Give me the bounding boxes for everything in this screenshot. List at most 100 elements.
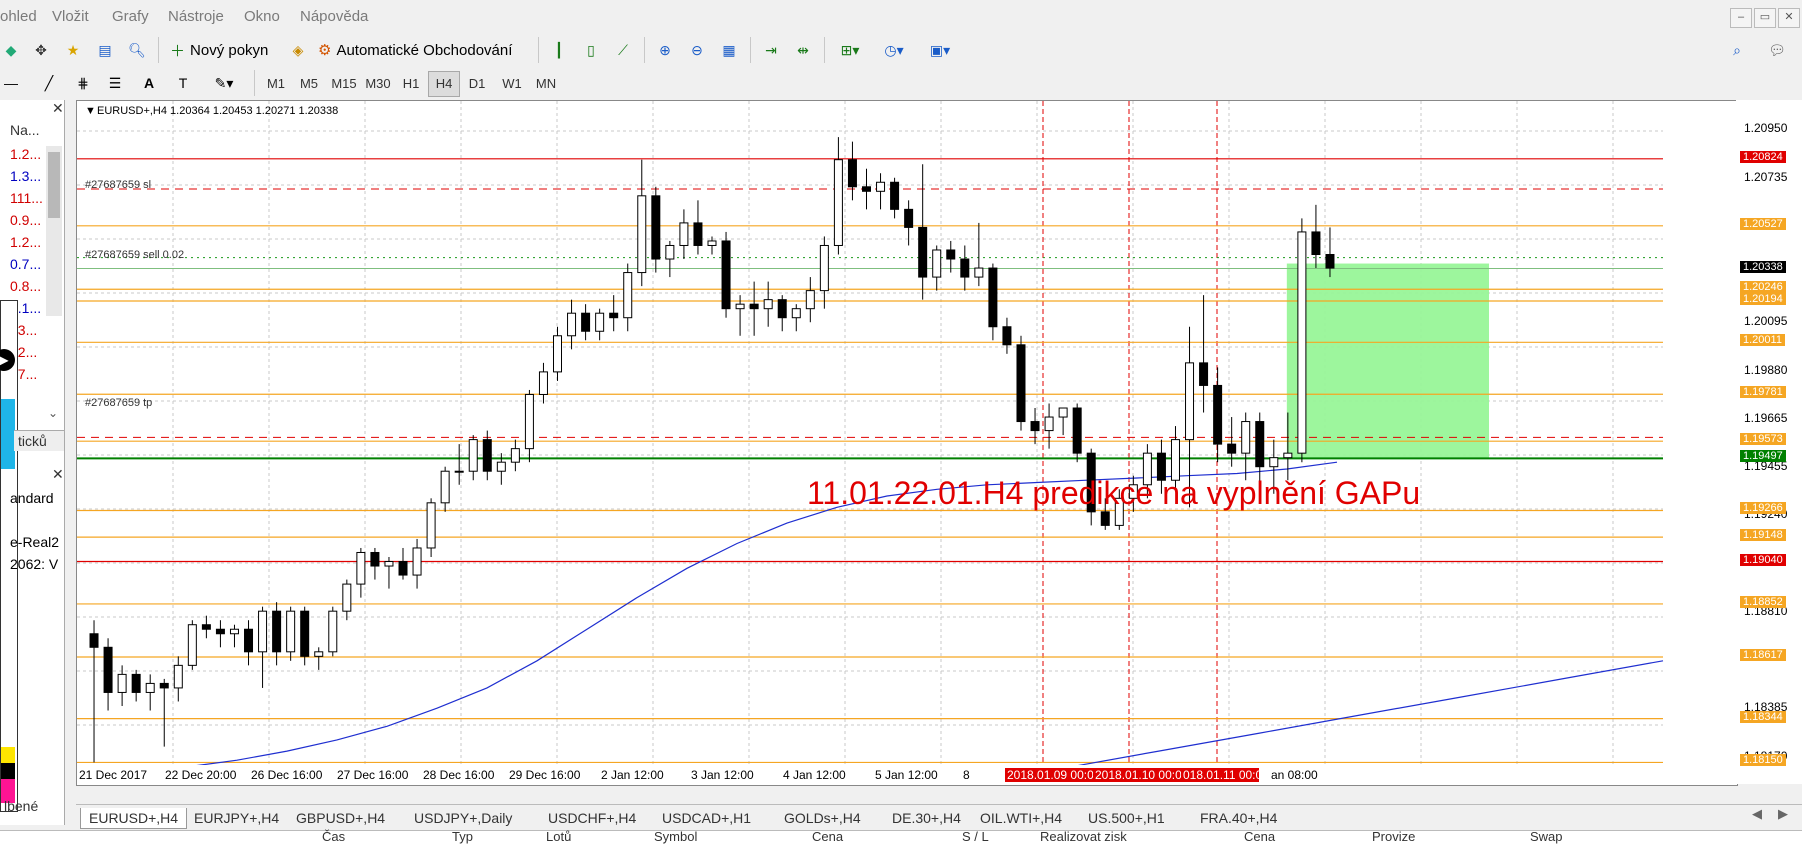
- meta-editor-icon[interactable]: ◈: [285, 37, 311, 63]
- chart-tab-5[interactable]: USDCAD+,H1: [654, 808, 759, 828]
- terminal-column-header[interactable]: Lotů: [546, 829, 571, 844]
- terminal-column-header[interactable]: Provize: [1372, 829, 1415, 844]
- palette-highlight[interactable]: [1, 399, 15, 469]
- server-name[interactable]: e-Real2: [10, 534, 59, 550]
- close-market-watch-icon[interactable]: ✕: [52, 100, 64, 117]
- auto-scroll-icon[interactable]: ⇹: [790, 37, 816, 63]
- chart-tab-0[interactable]: EURUSD+,H4: [80, 808, 188, 829]
- toolbar-separator: [254, 70, 255, 96]
- market-watch-scrollbar[interactable]: [46, 146, 62, 316]
- terminal-column-header[interactable]: Swap: [1530, 829, 1563, 844]
- chart-tab-7[interactable]: DE.30+,H4: [884, 808, 969, 828]
- timeframe-w1[interactable]: W1: [498, 72, 526, 96]
- timeframe-m30[interactable]: M30: [362, 72, 394, 96]
- menu-item-tools[interactable]: Nástroje: [168, 8, 224, 25]
- text-label-icon[interactable]: T: [170, 70, 196, 96]
- timeframe-m1[interactable]: M1: [262, 72, 290, 96]
- timeframe-d1[interactable]: D1: [464, 72, 490, 96]
- favorites-icon[interactable]: ★: [60, 37, 86, 63]
- menu-item-insert[interactable]: Vložit: [52, 8, 89, 25]
- candle-body: [1044, 416, 1054, 432]
- menu-item-charts[interactable]: Grafy: [112, 8, 149, 25]
- new-order-button[interactable]: ＋ Nový pokyn: [170, 37, 294, 63]
- account-type[interactable]: andard: [10, 490, 54, 506]
- market-watch-bid-2[interactable]: 111...: [10, 190, 43, 206]
- zoom-in-icon[interactable]: ⊕: [652, 37, 678, 63]
- timeframe-mn[interactable]: MN: [530, 72, 562, 96]
- candlestick-chart-icon[interactable]: ▯: [578, 37, 604, 63]
- arrows-icon[interactable]: ✎▾: [204, 70, 244, 96]
- templates-icon[interactable]: ▣▾: [920, 37, 960, 63]
- terminal-column-header[interactable]: Symbol: [654, 829, 697, 844]
- chart-window[interactable]: 21 Dec 2017 22 Dec 20:00 26 Dec 16:00 27 De…: [76, 100, 1738, 786]
- zoom-out-icon[interactable]: ⊖: [684, 37, 710, 63]
- chart-tab-9[interactable]: US.500+,H1: [1080, 808, 1173, 828]
- close-window-button[interactable]: ✕: [1778, 8, 1800, 28]
- price-chart[interactable]: 21 Dec 2017 22 Dec 20:00 26 Dec 16:00 27 De…: [77, 101, 1737, 785]
- price-scale[interactable]: 1.20950 1.20735 1.20095 1.19880 1.19665 1.194…: [1736, 100, 1802, 784]
- trend-line-icon[interactable]: ╱: [36, 70, 62, 96]
- channel-icon[interactable]: ☰: [102, 70, 128, 96]
- chart-tab-6[interactable]: GOLDs+,H4: [776, 808, 869, 828]
- restore-button[interactable]: ▭: [1754, 8, 1776, 28]
- strategy-tester-icon[interactable]: 🔍︎: [124, 37, 150, 63]
- close-navigator-icon[interactable]: ✕: [52, 466, 64, 483]
- timeframe-m15[interactable]: M15: [328, 72, 360, 96]
- terminal-column-header[interactable]: Cena: [812, 829, 843, 844]
- menu-item-help[interactable]: Nápověda: [300, 8, 368, 25]
- market-watch-bid-5[interactable]: 0.7...: [10, 256, 41, 272]
- chart-tab-3[interactable]: USDJPY+,Daily: [406, 808, 520, 828]
- candle-body: [314, 651, 324, 657]
- terminal-column-header[interactable]: Čas: [322, 829, 345, 844]
- account-number[interactable]: 2062: V: [10, 556, 58, 572]
- timeframe-m5[interactable]: M5: [295, 72, 323, 96]
- chart-symbol-dropdown-icon[interactable]: ▼: [85, 105, 96, 117]
- timeframe-h1[interactable]: H1: [398, 72, 424, 96]
- terminal-column-header[interactable]: Cena: [1244, 829, 1275, 844]
- terminal-column-header[interactable]: Realizovat zisk: [1040, 829, 1127, 844]
- chart-tab-10[interactable]: FRA.40+,H4: [1192, 808, 1285, 828]
- tile-windows-icon[interactable]: ▦: [716, 37, 742, 63]
- candle-body: [890, 181, 900, 210]
- minimize-button[interactable]: –: [1730, 8, 1752, 28]
- favorites-tab[interactable]: lbené: [4, 798, 38, 814]
- indicators-icon[interactable]: ⊞▾: [832, 37, 868, 63]
- color-swatch-yellow[interactable]: [1, 747, 15, 763]
- prediction-annotation[interactable]: 11.01.22.01.H4 predikce na vyplnění GAPu: [807, 475, 1420, 512]
- scroll-down-icon[interactable]: ⌄: [48, 406, 58, 420]
- fibonacci-icon[interactable]: ⋕: [70, 70, 96, 96]
- color-swatch-black[interactable]: [1, 763, 15, 779]
- play-icon[interactable]: ▶: [0, 349, 15, 371]
- market-watch-icon[interactable]: ◆: [0, 37, 22, 63]
- chart-tab-1[interactable]: EURJPY+,H4: [186, 808, 287, 828]
- menu-item-view[interactable]: ohled: [0, 8, 37, 25]
- search-icon[interactable]: ⌕: [1726, 37, 1748, 63]
- periods-icon[interactable]: ◷▾: [876, 37, 912, 63]
- tabs-scroll-left-icon[interactable]: ◀: [1752, 806, 1762, 822]
- time-axis-label: 27 Dec 16:00: [337, 768, 409, 782]
- terminal-column-header[interactable]: Typ: [452, 829, 473, 844]
- tabs-scroll-right-icon[interactable]: ▶: [1778, 806, 1788, 822]
- chart-tab-2[interactable]: GBPUSD+,H4: [288, 808, 393, 828]
- candle-body: [1016, 344, 1026, 423]
- market-watch-bid-1[interactable]: 1.3...: [10, 168, 41, 184]
- auto-trading-button[interactable]: ⚙ Automatické Obchodování: [318, 37, 530, 63]
- text-icon[interactable]: A: [136, 70, 162, 96]
- chat-icon[interactable]: 💬︎: [1762, 37, 1792, 63]
- market-watch-bid-4[interactable]: 1.2...: [10, 234, 41, 250]
- chart-tab-8[interactable]: OIL.WTI+,H4: [972, 808, 1070, 828]
- market-watch-bid-6[interactable]: 0.8...: [10, 278, 41, 294]
- market-watch-bid-0[interactable]: 1.2...: [10, 146, 41, 162]
- terminal-icon[interactable]: ▤: [92, 37, 118, 63]
- horizontal-line-icon[interactable]: —: [0, 70, 22, 96]
- bar-chart-icon[interactable]: ┃: [546, 37, 572, 63]
- menu-item-window[interactable]: Okno: [244, 8, 280, 25]
- navigator-icon[interactable]: ✥: [28, 37, 54, 63]
- line-chart-icon[interactable]: ⟋: [610, 37, 636, 63]
- timeframe-h4[interactable]: H4: [428, 71, 460, 97]
- terminal-column-header[interactable]: S / L: [962, 829, 989, 844]
- chart-shift-icon[interactable]: ⇥: [758, 37, 784, 63]
- ticks-tab[interactable]: ticků: [14, 430, 64, 451]
- chart-tab-4[interactable]: USDCHF+,H4: [540, 808, 644, 828]
- market-watch-bid-3[interactable]: 0.9...: [10, 212, 41, 228]
